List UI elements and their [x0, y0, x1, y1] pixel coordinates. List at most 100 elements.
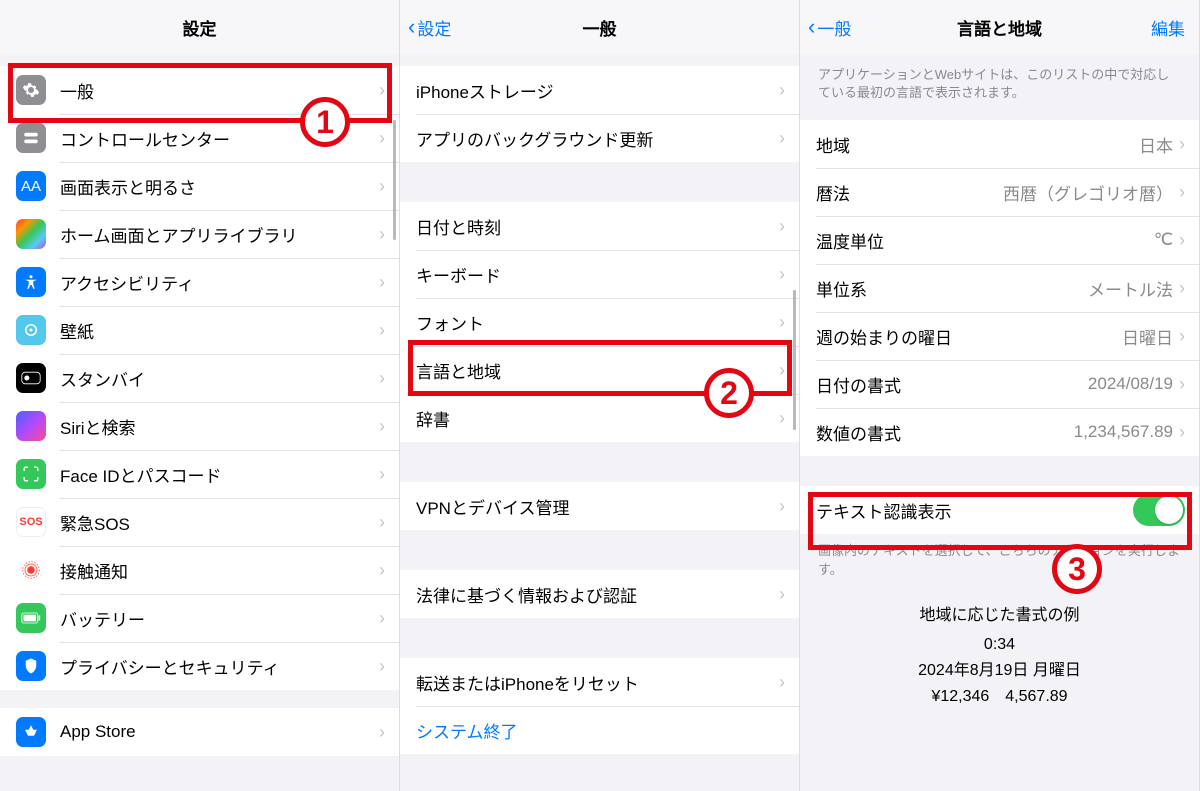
- example-number: ¥12,346 4,567.89: [816, 684, 1183, 710]
- row-home[interactable]: ホーム画面とアプリライブラリ ›: [0, 210, 399, 258]
- row-value: ℃: [1154, 230, 1173, 250]
- row-label: プライバシーとセキュリティ: [60, 654, 379, 679]
- siri-icon: [16, 411, 46, 441]
- chevron-right-icon: ›: [379, 128, 385, 149]
- chevron-right-icon: ›: [779, 128, 785, 149]
- row-shutdown[interactable]: システム終了: [400, 706, 799, 754]
- nav-bar: 設定: [0, 0, 399, 54]
- row-label: 言語と地域: [416, 358, 779, 383]
- chevron-right-icon: ›: [379, 224, 385, 245]
- panel-settings: 設定 一般 › コントロールセンター › AA 画面表示と明るさ › ホーム画面…: [0, 0, 400, 791]
- nav-title: 言語と地域: [957, 15, 1042, 40]
- row-value: 日曜日: [1122, 324, 1173, 349]
- chevron-right-icon: ›: [379, 722, 385, 743]
- row-legal[interactable]: 法律に基づく情報および認証 ›: [400, 570, 799, 618]
- row-label: スタンバイ: [60, 366, 379, 391]
- row-general[interactable]: 一般 ›: [0, 66, 399, 114]
- row-appstore[interactable]: App Store ›: [0, 708, 399, 756]
- row-exposure[interactable]: 接触通知 ›: [0, 546, 399, 594]
- chevron-right-icon: ›: [1179, 278, 1185, 299]
- row-region[interactable]: 地域 日本 ›: [800, 120, 1199, 168]
- row-battery[interactable]: バッテリー ›: [0, 594, 399, 642]
- chevron-right-icon: ›: [779, 496, 785, 517]
- row-siri[interactable]: Siriと検索 ›: [0, 402, 399, 450]
- nav-title: 設定: [183, 15, 217, 40]
- row-live-text[interactable]: テキスト認識表示: [800, 486, 1199, 534]
- chevron-right-icon: ›: [779, 312, 785, 333]
- row-label: アプリのバックグラウンド更新: [416, 126, 779, 151]
- chevron-right-icon: ›: [779, 672, 785, 693]
- row-sos[interactable]: SOS 緊急SOS ›: [0, 498, 399, 546]
- row-value: 西暦（グレゴリオ暦）: [1003, 180, 1173, 205]
- row-calendar[interactable]: 暦法 西暦（グレゴリオ暦） ›: [800, 168, 1199, 216]
- row-label: 画面表示と明るさ: [60, 174, 379, 199]
- chevron-left-icon: ‹: [408, 16, 415, 38]
- row-label: 転送またはiPhoneをリセット: [416, 670, 779, 695]
- row-standby[interactable]: スタンバイ ›: [0, 354, 399, 402]
- row-label: Face IDとパスコード: [60, 462, 379, 487]
- row-measurement[interactable]: 単位系 メートル法 ›: [800, 264, 1199, 312]
- scroll-indicator[interactable]: [793, 290, 796, 430]
- row-label: 一般: [60, 78, 379, 103]
- row-vpn[interactable]: VPNとデバイス管理 ›: [400, 482, 799, 530]
- accessibility-icon: [16, 267, 46, 297]
- chevron-right-icon: ›: [1179, 374, 1185, 395]
- row-bg-refresh[interactable]: アプリのバックグラウンド更新 ›: [400, 114, 799, 162]
- row-label: 緊急SOS: [60, 510, 379, 535]
- row-transfer-reset[interactable]: 転送またはiPhoneをリセット ›: [400, 658, 799, 706]
- chevron-right-icon: ›: [379, 416, 385, 437]
- row-label: iPhoneストレージ: [416, 78, 779, 103]
- chevron-right-icon: ›: [379, 560, 385, 581]
- row-label: 接触通知: [60, 558, 379, 583]
- row-value: 日本: [1139, 132, 1173, 157]
- chevron-right-icon: ›: [779, 80, 785, 101]
- chevron-right-icon: ›: [1179, 134, 1185, 155]
- row-storage[interactable]: iPhoneストレージ ›: [400, 66, 799, 114]
- home-icon: [16, 219, 46, 249]
- panel-language-region: ‹ 一般 言語と地域 編集 アプリケーションとWebサイトは、このリストの中で対…: [800, 0, 1200, 791]
- chevron-right-icon: ›: [379, 464, 385, 485]
- row-label: 日付と時刻: [416, 214, 779, 239]
- row-label: 壁紙: [60, 318, 379, 343]
- chevron-right-icon: ›: [779, 264, 785, 285]
- row-value: 1,234,567.89: [1074, 422, 1173, 442]
- chevron-right-icon: ›: [379, 272, 385, 293]
- row-wallpaper[interactable]: 壁紙 ›: [0, 306, 399, 354]
- row-dictionary[interactable]: 辞書 ›: [400, 394, 799, 442]
- nav-bar: ‹ 一般 言語と地域 編集: [800, 0, 1199, 54]
- row-control-center[interactable]: コントロールセンター ›: [0, 114, 399, 162]
- back-label: 設定: [417, 15, 451, 40]
- faceid-icon: [16, 459, 46, 489]
- row-label: 地域: [816, 132, 1139, 157]
- row-label: 週の始まりの曜日: [816, 324, 1122, 349]
- live-text-toggle[interactable]: [1133, 494, 1185, 526]
- standby-icon: [16, 363, 46, 393]
- panel-general: ‹ 設定 一般 iPhoneストレージ › アプリのバックグラウンド更新 › 日…: [400, 0, 800, 791]
- region-example: 地域に応じた書式の例 0:34 2024年8月19日 月曜日 ¥12,346 4…: [800, 587, 1199, 725]
- row-faceid[interactable]: Face IDとパスコード ›: [0, 450, 399, 498]
- chevron-right-icon: ›: [379, 512, 385, 533]
- back-button[interactable]: ‹ 一般: [808, 15, 851, 40]
- chevron-right-icon: ›: [1179, 326, 1185, 347]
- row-label: 温度単位: [816, 228, 1154, 253]
- row-dateformat[interactable]: 日付の書式 2024/08/19 ›: [800, 360, 1199, 408]
- row-accessibility[interactable]: アクセシビリティ ›: [0, 258, 399, 306]
- row-numberformat[interactable]: 数値の書式 1,234,567.89 ›: [800, 408, 1199, 456]
- back-button[interactable]: ‹ 設定: [408, 15, 451, 40]
- chevron-right-icon: ›: [379, 80, 385, 101]
- row-language-region[interactable]: 言語と地域 ›: [400, 346, 799, 394]
- row-display[interactable]: AA 画面表示と明るさ ›: [0, 162, 399, 210]
- row-firstday[interactable]: 週の始まりの曜日 日曜日 ›: [800, 312, 1199, 360]
- row-keyboard[interactable]: キーボード ›: [400, 250, 799, 298]
- row-fonts[interactable]: フォント ›: [400, 298, 799, 346]
- row-label: コントロールセンター: [60, 126, 379, 151]
- row-temperature[interactable]: 温度単位 ℃ ›: [800, 216, 1199, 264]
- row-privacy[interactable]: プライバシーとセキュリティ ›: [0, 642, 399, 690]
- example-header: 地域に応じた書式の例: [816, 603, 1183, 629]
- toggles-icon: [16, 123, 46, 153]
- chevron-right-icon: ›: [1179, 422, 1185, 443]
- chevron-right-icon: ›: [779, 408, 785, 429]
- row-datetime[interactable]: 日付と時刻 ›: [400, 202, 799, 250]
- scroll-indicator[interactable]: [393, 120, 396, 240]
- edit-button[interactable]: 編集: [1151, 15, 1185, 40]
